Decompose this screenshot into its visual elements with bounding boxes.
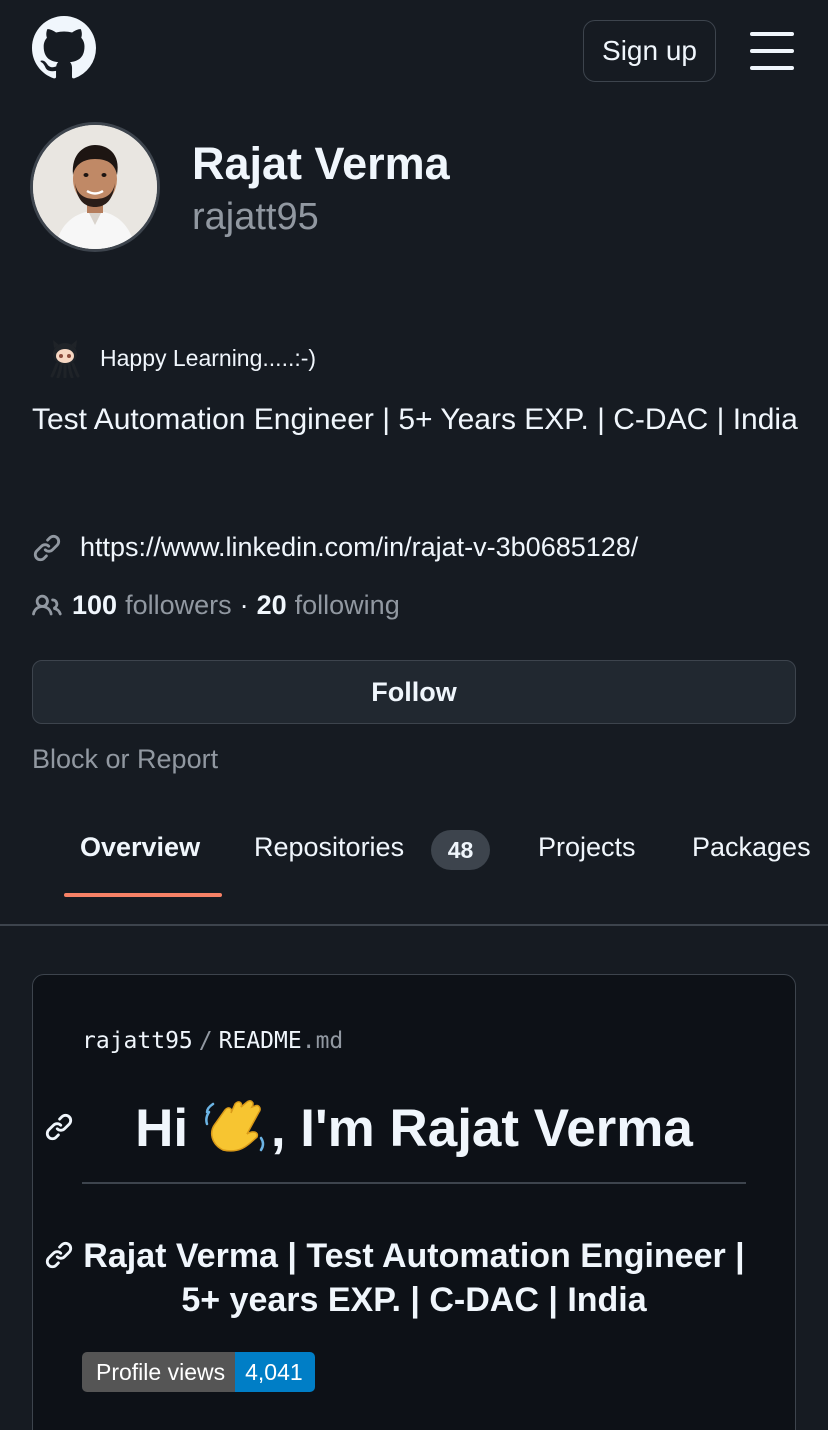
- active-tab-indicator: [64, 893, 222, 897]
- badge-label: Profile views: [82, 1352, 236, 1392]
- profile-bio: Test Automation Engineer | 5+ Years EXP.…: [32, 403, 798, 436]
- link-icon: [33, 534, 61, 561]
- waving-hand-icon: [204, 1100, 265, 1152]
- readme-path-separator: /: [198, 1028, 213, 1054]
- badge-value: 4,041: [235, 1352, 315, 1392]
- website-link[interactable]: https://www.linkedin.com/in/rajat-v-3b06…: [80, 532, 638, 563]
- readme-heading: Hi , I'm Rajat Verma: [82, 1094, 746, 1159]
- heading-rule: [82, 1182, 746, 1184]
- readme-path[interactable]: rajatt95/README.md: [82, 1028, 343, 1054]
- octocat-icon: [50, 340, 80, 378]
- followers-count[interactable]: 100: [72, 590, 117, 621]
- sign-up-button[interactable]: Sign up: [583, 20, 716, 82]
- readme-heading-pre: Hi: [135, 1099, 203, 1158]
- profile-website[interactable]: https://www.linkedin.com/in/rajat-v-3b06…: [32, 532, 638, 563]
- avatar-photo: [33, 125, 157, 249]
- anchor-link-icon[interactable]: [44, 1240, 74, 1270]
- tabs-divider: [0, 924, 828, 926]
- readme-path-ext: .md: [301, 1028, 344, 1054]
- readme-path-user[interactable]: rajatt95: [82, 1028, 193, 1054]
- profile-name: Rajat Verma: [192, 138, 450, 189]
- follow-button[interactable]: Follow: [32, 660, 796, 724]
- follow-stats: 100 followers · 20 following: [32, 590, 400, 621]
- profile-username: rajatt95: [192, 196, 319, 238]
- hamburger-menu-icon[interactable]: [750, 32, 794, 70]
- following-label[interactable]: following: [295, 590, 400, 621]
- people-icon: [32, 594, 62, 615]
- user-status[interactable]: Happy Learning.....:-): [46, 338, 316, 378]
- following-count[interactable]: 20: [257, 590, 287, 621]
- block-or-report-link[interactable]: Block or Report: [32, 744, 218, 775]
- avatar[interactable]: [30, 122, 160, 252]
- repositories-counter: 48: [431, 830, 490, 870]
- tab-overview[interactable]: Overview: [80, 832, 200, 863]
- readme-subheading: Rajat Verma | Test Automation Engineer |…: [83, 1237, 745, 1319]
- tab-packages[interactable]: Packages: [692, 832, 811, 863]
- status-text: Happy Learning.....:-): [100, 344, 317, 371]
- anchor-link-icon[interactable]: [44, 1112, 74, 1142]
- stats-separator: ·: [239, 590, 249, 620]
- followers-label[interactable]: followers: [125, 590, 232, 621]
- readme-heading-post: , I'm Rajat Verma: [270, 1099, 693, 1158]
- readme-path-file[interactable]: README: [219, 1028, 302, 1054]
- tab-projects[interactable]: Projects: [538, 832, 636, 863]
- profile-views-badge: Profile views 4,041: [82, 1352, 315, 1392]
- github-logo-icon[interactable]: [32, 16, 96, 80]
- tab-repositories[interactable]: Repositories: [254, 832, 404, 863]
